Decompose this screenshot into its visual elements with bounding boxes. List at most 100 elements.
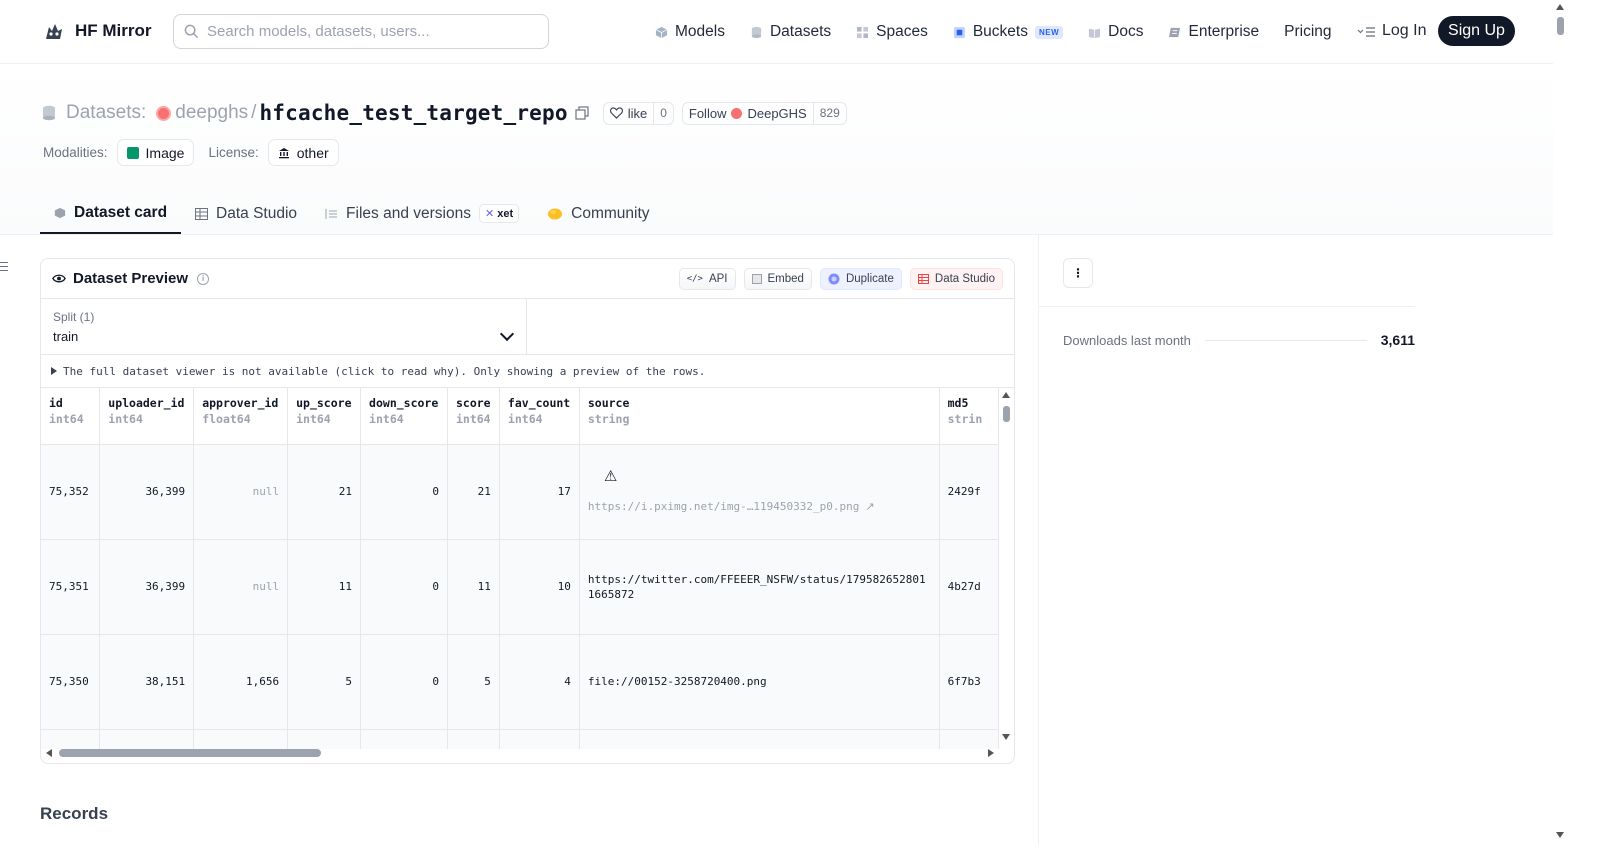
nav-models[interactable]: Models [655,19,725,45]
cell-approver-id[interactable]: null [193,444,289,540]
cell-up-score[interactable]: 21 [287,444,362,540]
nav-links: Models Datasets Spaces Buckets NEW Docs … [655,19,1402,45]
column-header-down-score[interactable]: down_score int64 [360,388,448,445]
cell-fav-count[interactable]: 10 [499,539,580,635]
column-header-id[interactable]: id int64 [41,388,101,445]
cell-score[interactable]: 11 [447,539,500,635]
cell-approver-id[interactable]: null [193,539,289,635]
top-nav: HF Mirror Models Datasets Spaces Buckets… [0,0,1553,64]
duplicate-button[interactable]: Duplicate [819,268,902,290]
cell-uploader-id[interactable]: 36,399 [99,539,195,635]
scroll-up-arrow-icon[interactable] [1556,4,1564,10]
nav-datasets[interactable]: Datasets [750,19,831,45]
cell-id[interactable]: 75,350 [41,634,101,730]
page-scroll-thumb[interactable] [1557,17,1564,35]
cell-uploader-id[interactable]: 38,151 [99,634,195,730]
scroll-up-arrow-icon[interactable] [1002,392,1010,398]
cell-uploader-id[interactable]: 36,399 [99,444,195,540]
source-link[interactable]: https://i.pximg.net/img-…119450332_p0.pn… [588,500,860,513]
data-grid[interactable]: id int64 uploader_id int64 approver_id floa… [41,388,999,749]
cell-md5[interactable]: 6f7b3 [939,634,999,730]
copy-icon[interactable] [575,106,589,120]
repo-type-label[interactable]: Datasets: [66,102,146,124]
nav-models-label: Models [675,23,725,40]
column-header-score[interactable]: score int64 [447,388,500,445]
cell-id[interactable]: 75,351 [41,539,101,635]
disclosure-triangle-icon [51,367,57,375]
table-row[interactable]: 75,351 36,399 null 11 0 11 10 https://tw… [41,539,999,635]
info-icon[interactable]: i [197,272,210,285]
column-header-md5[interactable]: md5 strin [939,388,999,445]
nav-buckets[interactable]: Buckets NEW [953,19,1064,45]
tab-files-versions[interactable]: Files and versions ✕ xet [311,193,533,234]
scroll-down-arrow-icon[interactable] [1002,734,1010,740]
data-studio-button[interactable]: Data Studio [909,268,1003,290]
cell-down-score[interactable]: 0 [360,444,448,540]
login-link[interactable]: Log In [1382,22,1426,40]
column-name: id [49,396,63,410]
scroll-down-arrow-icon[interactable] [1556,832,1564,838]
column-header-uploader-id[interactable]: uploader_id int64 [99,388,195,445]
like-button[interactable]: like 0 [602,101,674,125]
embed-button[interactable]: Embed [743,268,812,290]
org-link[interactable]: deepghs [175,102,248,124]
nav-docs[interactable]: Docs [1088,19,1143,45]
scroll-right-arrow-icon[interactable] [988,749,994,757]
column-name: up_score [296,396,352,410]
split-select[interactable]: Split (1) train [41,299,527,354]
license-chip[interactable]: other [267,139,339,166]
column-header-fav-count[interactable]: fav_count int64 [499,388,580,445]
nav-spaces[interactable]: Spaces [856,19,928,45]
tab-dataset-card[interactable]: Dataset card [40,193,182,234]
column-header-source[interactable]: source string [579,388,940,445]
follow-button[interactable]: Follow DeepGHS 829 [681,101,847,125]
column-type: string [587,412,630,426]
tab-data-studio[interactable]: Data Studio [181,193,311,234]
column-name: source [587,396,630,410]
new-badge: NEW [1034,25,1064,39]
viewer-notice[interactable]: The full dataset viewer is not available… [41,355,1014,388]
repo-name[interactable]: hfcache_test_target_repo [259,101,567,125]
grid-vscroll-thumb[interactable] [1003,406,1010,422]
cell-source[interactable]: ⚠ https://i.pximg.net/img-…119450332_p0.… [579,444,940,540]
search-input[interactable] [207,23,527,40]
cell-source[interactable]: file://00152-3258720400.png [579,634,940,730]
files-icon [325,208,338,219]
brand-logo[interactable]: HF Mirror [42,19,152,43]
cell-source[interactable]: https://twitter.com/FFEEER_NSFW/status/1… [579,539,940,635]
more-options-button[interactable]: ⋮ [1063,258,1093,288]
table-row[interactable]: 75,352 36,399 null 21 0 21 17 ⚠ https://… [41,444,999,540]
api-button[interactable]: </> API [678,268,736,290]
modality-chip[interactable]: Image [116,139,195,166]
cell-fav-count[interactable]: 17 [499,444,580,540]
grid-vertical-scrollbar[interactable] [1000,388,1014,745]
sidebar-toggle-icon[interactable] [0,262,9,274]
cell-score[interactable]: 5 [447,634,500,730]
cell-down-score[interactable]: 0 [360,539,448,635]
cell-score[interactable]: 21 [447,444,500,540]
column-type: int64 [49,412,84,426]
search-box[interactable] [173,14,549,49]
nav-enterprise[interactable]: Enterprise [1168,19,1259,45]
nav-spaces-label: Spaces [876,23,928,40]
cell-approver-id[interactable]: 1,656 [193,634,289,730]
cell-down-score[interactable]: 0 [360,634,448,730]
nav-pricing[interactable]: Pricing [1284,19,1331,45]
grid-horizontal-scrollbar[interactable] [41,746,999,760]
table-row[interactable]: 75,350 38,151 1,656 5 0 5 4 file://00152… [41,634,999,730]
tab-community[interactable]: Community [533,193,663,234]
column-header-up-score[interactable]: up_score int64 [287,388,362,445]
nav-more-menu[interactable] [1357,19,1377,45]
cell-up-score[interactable]: 11 [287,539,362,635]
cell-md5[interactable]: 4b27d [939,539,999,635]
page-scrollbar[interactable] [1553,0,1568,845]
cell-fav-count[interactable]: 4 [499,634,580,730]
signup-button[interactable]: Sign Up [1438,16,1515,46]
cell-md5[interactable]: 2429f [939,444,999,540]
grid-hscroll-thumb[interactable] [59,749,321,757]
cell-up-score[interactable]: 5 [287,634,362,730]
column-header-approver-id[interactable]: approver_id float64 [193,388,289,445]
scroll-left-arrow-icon[interactable] [46,749,52,757]
cell-id[interactable]: 75,352 [41,444,101,540]
book-icon [1089,28,1101,38]
